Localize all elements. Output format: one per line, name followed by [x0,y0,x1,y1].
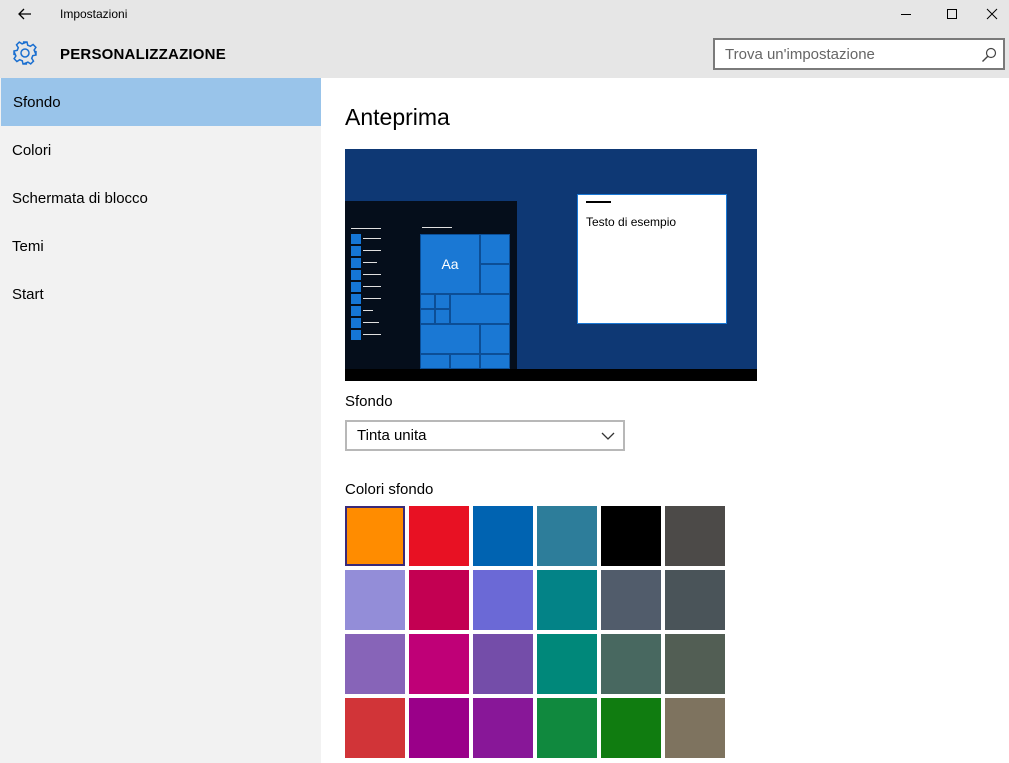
preview-tile [480,234,510,264]
color-swatch[interactable] [473,634,533,694]
preview-line [363,250,381,251]
preview-tile [420,309,435,324]
search-input[interactable]: Trova un'impostazione [713,38,1005,70]
preview-image: Aa Testo di esempio [345,149,757,381]
background-dropdown[interactable]: Tinta unita [345,420,625,451]
preview-window: Testo di esempio [577,194,727,324]
preview-tile [420,354,450,369]
color-swatch[interactable] [537,634,597,694]
sidebar-item-sfondo[interactable]: Sfondo [1,78,321,126]
gear-icon [13,41,37,65]
chevron-down-icon [601,432,615,440]
preview-line [363,238,381,239]
close-icon [986,8,998,20]
color-swatch[interactable] [345,570,405,630]
sidebar-item-label: Start [12,285,44,303]
color-swatch[interactable] [473,698,533,758]
color-swatch[interactable] [345,506,405,566]
tile-label: Aa [441,256,459,272]
preview-square [351,246,361,256]
sidebar-item-start[interactable]: Start [0,270,321,318]
preview-line [363,286,381,287]
colors-label: Colori sfondo [345,481,434,498]
sidebar-item-colori[interactable]: Colori [0,126,321,174]
sidebar-item-schermata-di-blocco[interactable]: Schermata di blocco [0,174,321,222]
preview-tile [480,264,510,294]
maximize-button[interactable] [929,0,975,28]
back-button[interactable] [10,4,40,24]
color-swatch[interactable] [601,506,661,566]
section-title: PERSONALIZZAZIONE [60,46,226,63]
preview-line [422,227,452,228]
preview-tile [420,294,435,309]
sidebar: Sfondo Colori Schermata di blocco Temi S… [0,78,321,763]
preview-tile [480,324,510,354]
color-swatch[interactable] [601,698,661,758]
page-heading: Anteprima [345,104,450,130]
background-label: Sfondo [345,393,393,410]
preview-square [351,258,361,268]
preview-square [351,270,361,280]
title-bar: Impostazioni PERSONALIZZAZIONE Trova un'… [0,0,1009,78]
preview-line [363,310,373,311]
preview-window-text: Testo di esempio [586,215,677,229]
sidebar-item-label: Sfondo [13,93,61,111]
preview-tile-aa: Aa [420,234,480,294]
color-swatch[interactable] [409,570,469,630]
preview-tile [450,294,510,324]
color-swatch[interactable] [665,570,725,630]
preview-tile [450,354,480,369]
close-button[interactable] [975,0,1009,28]
preview-tile [435,309,450,324]
minimize-icon [901,14,911,15]
preview-line [363,334,381,335]
color-swatch[interactable] [409,634,469,694]
preview-tile [480,354,510,369]
color-swatch[interactable] [537,506,597,566]
color-swatch[interactable] [345,634,405,694]
sidebar-item-temi[interactable]: Temi [0,222,321,270]
preview-start-menu: Aa [345,201,517,369]
color-swatch[interactable] [473,506,533,566]
color-swatch[interactable] [601,570,661,630]
maximize-icon [947,9,957,19]
app-title: Impostazioni [60,7,128,21]
preview-square [351,294,361,304]
preview-square [351,234,361,244]
search-placeholder: Trova un'impostazione [725,46,875,63]
preview-square [351,282,361,292]
preview-line [363,298,381,299]
color-swatch[interactable] [409,506,469,566]
color-swatch[interactable] [537,698,597,758]
sidebar-item-label: Schermata di blocco [12,189,148,207]
preview-tile [420,324,480,354]
preview-window-bar [586,201,611,203]
preview-tiles: Aa [420,234,510,369]
color-swatch[interactable] [537,570,597,630]
color-swatch[interactable] [601,634,661,694]
preview-line [363,262,377,263]
color-swatch[interactable] [409,698,469,758]
main-content: Anteprima Aa Testo di esempio Sfondo Tin… [321,78,1009,763]
preview-line [363,322,379,323]
search-icon[interactable] [981,47,997,63]
preview-square [351,306,361,316]
preview-tile [435,294,450,309]
preview-line [351,228,381,229]
minimize-button[interactable] [883,0,929,28]
sidebar-item-label: Colori [12,141,52,159]
sidebar-item-label: Temi [12,237,44,255]
preview-line [363,274,381,275]
preview-square [351,318,361,328]
background-dropdown-value: Tinta unita [357,427,427,444]
preview-square [351,330,361,340]
color-swatch[interactable] [665,634,725,694]
back-arrow-icon [18,8,31,20]
color-swatch[interactable] [473,570,533,630]
color-swatch[interactable] [345,698,405,758]
color-swatch[interactable] [665,506,725,566]
color-swatch[interactable] [665,698,725,758]
preview-taskbar [345,369,757,381]
